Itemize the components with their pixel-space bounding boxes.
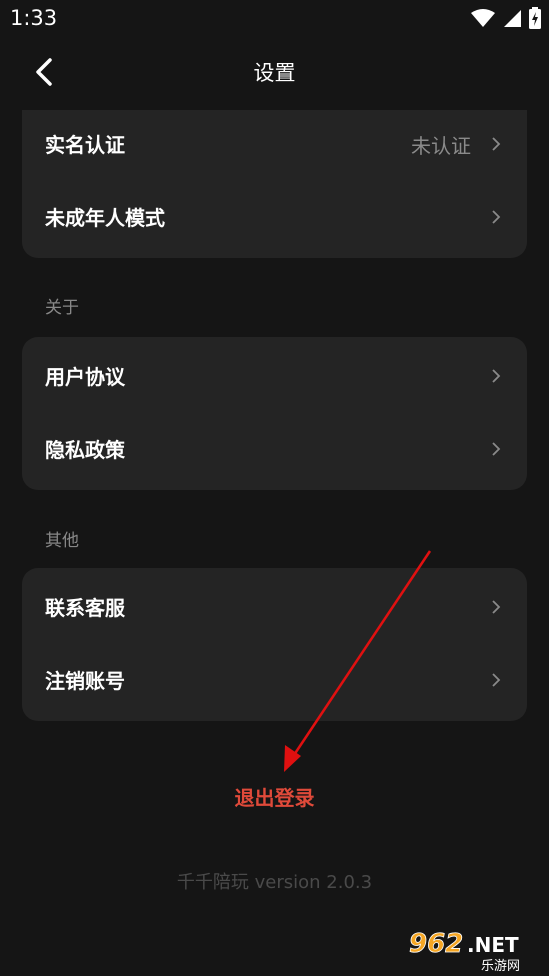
privacy-policy-label: 隐私政策	[45, 438, 125, 462]
contact-support-row[interactable]: 联系客服	[22, 578, 527, 638]
privacy-policy-row[interactable]: 隐私政策	[22, 420, 527, 480]
user-agreement-label: 用户协议	[45, 365, 125, 389]
other-card: 联系客服 注销账号	[22, 568, 527, 721]
other-section-title: 其他	[45, 531, 79, 551]
user-agreement-row[interactable]: 用户协议	[22, 347, 527, 407]
account-card: 实名认证 未认证 未成年人模式	[22, 110, 527, 258]
logout-button[interactable]: 退出登录	[0, 782, 549, 811]
wifi-icon	[471, 8, 495, 32]
minor-mode-row[interactable]: 未成年人模式	[22, 188, 527, 248]
status-icons	[471, 7, 541, 33]
about-section-title: 关于	[45, 298, 79, 318]
chevron-right-icon	[492, 442, 501, 456]
svg-text:962: 962	[409, 929, 463, 959]
battery-charging-icon	[529, 7, 541, 33]
about-card: 用户协议 隐私政策	[22, 337, 527, 490]
verification-status-value: 未认证	[411, 134, 471, 158]
real-name-verification-row[interactable]: 实名认证 未认证	[22, 115, 527, 175]
signal-icon	[502, 8, 522, 32]
watermark-logo: 962 .NET 乐游网	[409, 929, 520, 972]
svg-text:乐游网: 乐游网	[481, 959, 520, 972]
cancel-account-row[interactable]: 注销账号	[22, 651, 527, 711]
version-text: 千千陪玩 version 2.0.3	[176, 872, 373, 893]
page-title: 设置	[253, 61, 296, 85]
real-name-verification-label: 实名认证	[45, 133, 125, 157]
chevron-right-icon	[492, 369, 501, 383]
chevron-right-icon	[492, 210, 501, 224]
minor-mode-label: 未成年人模式	[45, 206, 165, 230]
chevron-right-icon	[492, 673, 501, 687]
chevron-right-icon	[492, 600, 501, 614]
cancel-account-label: 注销账号	[45, 669, 125, 693]
svg-text:.NET: .NET	[467, 933, 519, 957]
status-time: 1:33	[10, 6, 58, 30]
contact-support-label: 联系客服	[45, 596, 125, 620]
chevron-right-icon	[492, 137, 501, 151]
navigation-bar: 设置	[0, 45, 549, 100]
status-bar: 1:33	[0, 0, 549, 40]
